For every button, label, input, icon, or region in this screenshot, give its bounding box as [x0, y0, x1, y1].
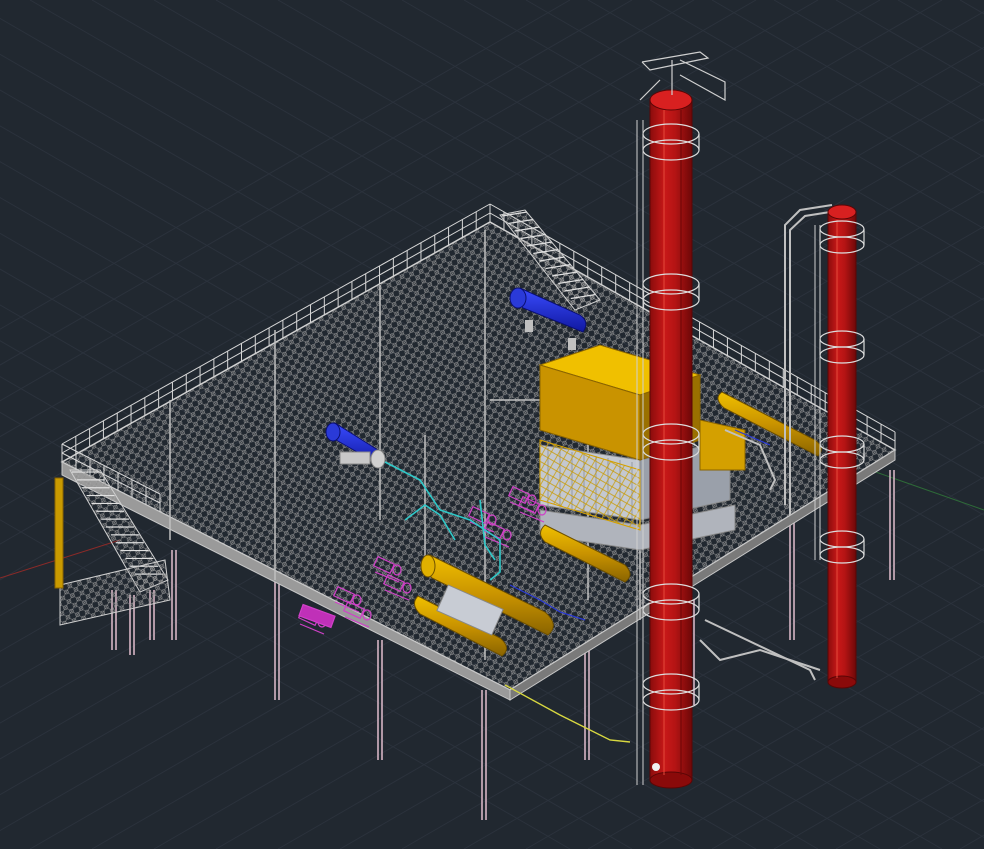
cad-model-viewport[interactable] — [0, 0, 984, 849]
distillation-column-secondary[interactable] — [827, 204, 857, 689]
distillation-column-main[interactable] — [649, 89, 693, 789]
model-space-canvas[interactable] — [0, 0, 984, 849]
